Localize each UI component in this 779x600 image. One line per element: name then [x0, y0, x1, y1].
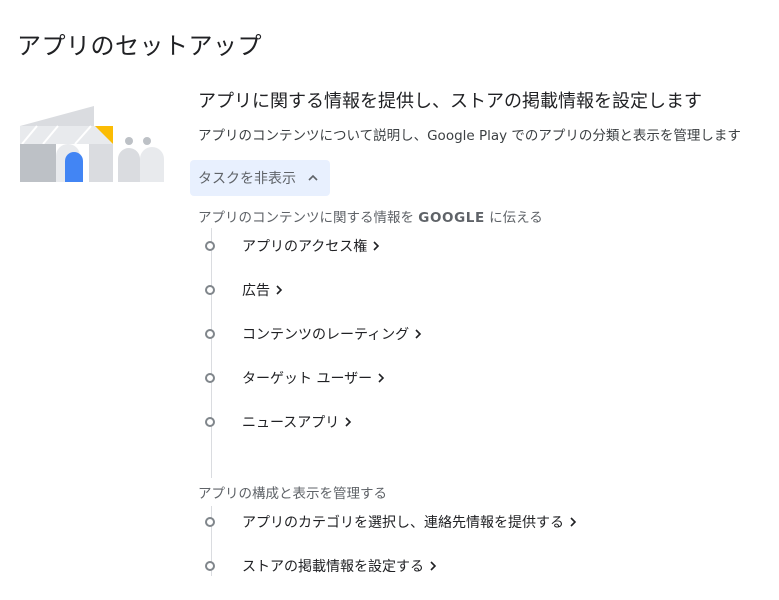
- task-label: ターゲット ユーザー: [242, 371, 373, 387]
- section-heading: アプリに関する情報を提供し、ストアの掲載情報を設定します: [198, 91, 702, 112]
- page-title: アプリのセットアップ: [17, 32, 262, 61]
- task-label: コンテンツのレーティング: [242, 327, 410, 343]
- chevron-right-icon: [378, 373, 385, 383]
- group-label-manage-display: アプリの構成と表示を管理する: [198, 486, 387, 502]
- chevron-up-icon: [308, 174, 318, 181]
- circle-outline-icon: [205, 417, 215, 427]
- group-label-suffix: に伝える: [484, 210, 543, 226]
- hide-tasks-button[interactable]: タスクを非表示: [190, 160, 330, 196]
- circle-outline-icon: [205, 517, 215, 527]
- task-ads[interactable]: 広告: [205, 280, 286, 300]
- task-label: 広告: [242, 283, 270, 299]
- section-description: アプリのコンテンツについて説明し、Google Play でのアプリの分類と表示…: [198, 128, 741, 144]
- chevron-right-icon: [345, 417, 352, 427]
- chevron-right-icon: [415, 329, 422, 339]
- task-target-audience[interactable]: ターゲット ユーザー: [205, 368, 388, 388]
- group-label-prefix: アプリのコンテンツに関する情報を: [198, 210, 419, 226]
- task-store-listing[interactable]: ストアの掲載情報を設定する: [205, 556, 440, 576]
- task-content-rating[interactable]: コンテンツのレーティング: [205, 324, 425, 344]
- circle-outline-icon: [205, 285, 215, 295]
- group-label-google: GOOGLE: [418, 210, 485, 226]
- timeline-line: [211, 228, 212, 478]
- group-label-content-info: アプリのコンテンツに関する情報を GOOGLE に伝える: [198, 206, 543, 226]
- hide-tasks-label: タスクを非表示: [198, 171, 296, 187]
- circle-outline-icon: [205, 329, 215, 339]
- chevron-right-icon: [373, 241, 380, 251]
- chevron-right-icon: [570, 517, 577, 527]
- chevron-right-icon: [276, 285, 283, 295]
- task-label: アプリのアクセス権: [242, 239, 368, 255]
- task-category-contact[interactable]: アプリのカテゴリを選択し、連絡先情報を提供する: [205, 512, 580, 532]
- circle-outline-icon: [205, 373, 215, 383]
- chevron-right-icon: [430, 561, 437, 571]
- task-label: ストアの掲載情報を設定する: [242, 559, 424, 575]
- circle-outline-icon: [205, 561, 215, 571]
- task-label: ニュースアプリ: [242, 415, 340, 431]
- setup-illustration: [20, 106, 164, 182]
- task-app-access[interactable]: アプリのアクセス権: [205, 236, 383, 256]
- task-label: アプリのカテゴリを選択し、連絡先情報を提供する: [242, 515, 564, 531]
- task-news-app[interactable]: ニュースアプリ: [205, 412, 355, 432]
- circle-outline-icon: [205, 241, 215, 251]
